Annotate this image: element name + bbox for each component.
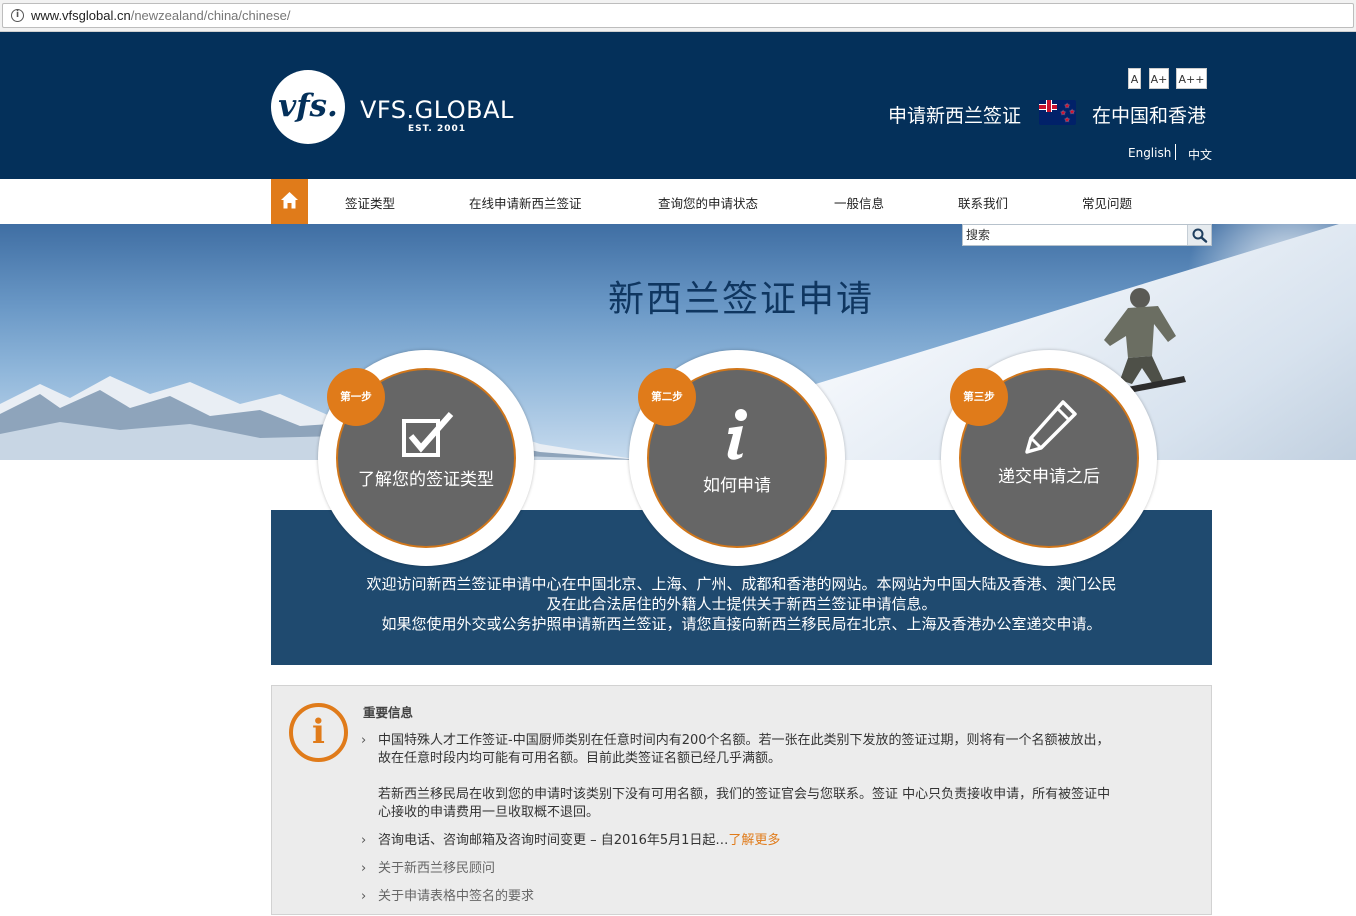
url-path: /newzealand/china/chinese/ [130, 8, 291, 23]
list-item[interactable]: › 关于新西兰移民顾问 [361, 860, 1121, 878]
font-size-large-button[interactable]: A++ [1176, 68, 1207, 89]
chevron-right-icon: › [361, 889, 367, 904]
logo-wordmark: VFS.GLOBAL [360, 96, 514, 124]
hero-title: 新西兰签证申请 [607, 279, 874, 320]
step-3-label: 递交申请之后 [998, 467, 1100, 487]
checkbox-icon [402, 412, 454, 457]
url-host: www.vfsglobal.cn [31, 8, 131, 23]
step-1-badge: 第一步 [327, 368, 385, 426]
important-info-list: › 中国特殊人才工作签证-中国厨师类别在任意时间内有200个名额。若一张在此类别… [361, 732, 1121, 916]
step-2-badge: 第二步 [638, 368, 696, 426]
list-item: › 中国特殊人才工作签证-中国厨师类别在任意时间内有200个名额。若一张在此类别… [361, 732, 1121, 822]
chevron-right-icon: › [361, 733, 367, 748]
list-item[interactable]: › 咨询电话、咨询邮箱及咨询时间变更 – 自2016年5月1日起…了解更多 [361, 832, 1121, 850]
site-header: vfs. VFS.GLOBAL EST. 2001 A A+ A++ 申请新西兰… [0, 32, 1356, 179]
chef-visa-notice: 中国特殊人才工作签证-中国厨师类别在任意时间内有200个名额。若一张在此类别下发… [378, 733, 1110, 766]
learn-more-link[interactable]: 了解更多 [728, 833, 780, 848]
welcome-text: 欢迎访问新西兰签证申请中心在中国北京、上海、广州、成都和香港的网站。本网站为中国… [271, 574, 1212, 634]
signature-requirements-link[interactable]: 关于申请表格中签名的要求 [378, 889, 534, 904]
step-2-how-to-apply[interactable]: 第二步 如何申请 [629, 350, 845, 566]
font-size-medium-button[interactable]: A+ [1149, 68, 1169, 89]
main-nav: 签证类型 在线申请新西兰签证 查询您的申请状态 一般信息 联系我们 常见问题 [0, 179, 1356, 224]
welcome-line-3: 如果您使用外交或公务护照申请新西兰签证，请您直接向新西兰移民局在北京、上海及香港… [381, 615, 1102, 633]
chef-visa-notice-2: 若新西兰移民局在收到您的申请时该类别下没有可用名额，我们的签证官会与您联系。签证… [378, 787, 1111, 820]
important-info-title: 重要信息 [363, 705, 414, 720]
info-icon [727, 409, 747, 460]
nav-general-info[interactable]: 一般信息 [834, 193, 884, 212]
home-icon [281, 192, 298, 209]
search-button[interactable] [1187, 225, 1211, 245]
header-tagline-left: 申请新西兰签证 [888, 105, 1022, 127]
nav-track-status[interactable]: 查询您的申请状态 [658, 193, 758, 212]
step-2-label: 如何申请 [703, 476, 771, 496]
logo-established: EST. 2001 [408, 124, 467, 134]
search-box [962, 224, 1212, 246]
home-button[interactable] [271, 179, 308, 224]
site-info-icon[interactable]: i [11, 9, 24, 22]
chevron-right-icon: › [361, 833, 367, 848]
language-divider [1175, 144, 1176, 160]
vfs-logo[interactable]: vfs. [271, 70, 345, 144]
url-text[interactable]: www.vfsglobal.cn/newzealand/china/chines… [31, 8, 290, 23]
step-3-after-submission[interactable]: 第三步 递交申请之后 [941, 350, 1157, 566]
step-3-badge: 第三步 [950, 368, 1008, 426]
search-icon [1192, 228, 1208, 243]
step-1-visa-types[interactable]: 第一步 了解您的签证类型 [318, 350, 534, 566]
url-field[interactable]: i www.vfsglobal.cn/newzealand/china/chin… [2, 3, 1354, 28]
nav-apply-online[interactable]: 在线申请新西兰签证 [469, 193, 582, 212]
step-1-label: 了解您的签证类型 [358, 470, 494, 490]
contact-change-notice: 咨询电话、咨询邮箱及咨询时间变更 – 自2016年5月1日起… [378, 833, 729, 848]
logo-mark: vfs. [278, 88, 338, 124]
nav-faq[interactable]: 常见问题 [1082, 193, 1132, 212]
language-chinese-link[interactable]: 中文 [1188, 146, 1212, 163]
welcome-line-1: 欢迎访问新西兰签证申请中心在中国北京、上海、广州、成都和香港的网站。本网站为中国… [366, 575, 1117, 593]
search-input[interactable] [963, 225, 1187, 245]
language-english-link[interactable]: English [1128, 146, 1171, 160]
header-tagline-right: 在中国和香港 [1092, 105, 1207, 127]
list-item[interactable]: › 关于申请表格中签名的要求 [361, 888, 1121, 906]
important-info-icon: i [289, 703, 348, 762]
browser-address-bar: i www.vfsglobal.cn/newzealand/china/chin… [0, 0, 1356, 32]
important-info-panel: i 重要信息 › 中国特殊人才工作签证-中国厨师类别在任意时间内有200个名额。… [271, 685, 1212, 915]
chevron-right-icon: › [361, 861, 367, 876]
nav-contact-us[interactable]: 联系我们 [958, 193, 1008, 212]
nav-visa-types[interactable]: 签证类型 [345, 193, 395, 212]
new-zealand-flag-icon: ★ ★ ★ ★ [1039, 100, 1076, 125]
welcome-line-2: 及在此合法居住的外籍人士提供关于新西兰签证申请信息。 [546, 595, 937, 613]
font-size-small-button[interactable]: A [1128, 68, 1141, 89]
pencil-icon [1025, 400, 1077, 454]
immigration-advisers-link[interactable]: 关于新西兰移民顾问 [378, 861, 495, 876]
